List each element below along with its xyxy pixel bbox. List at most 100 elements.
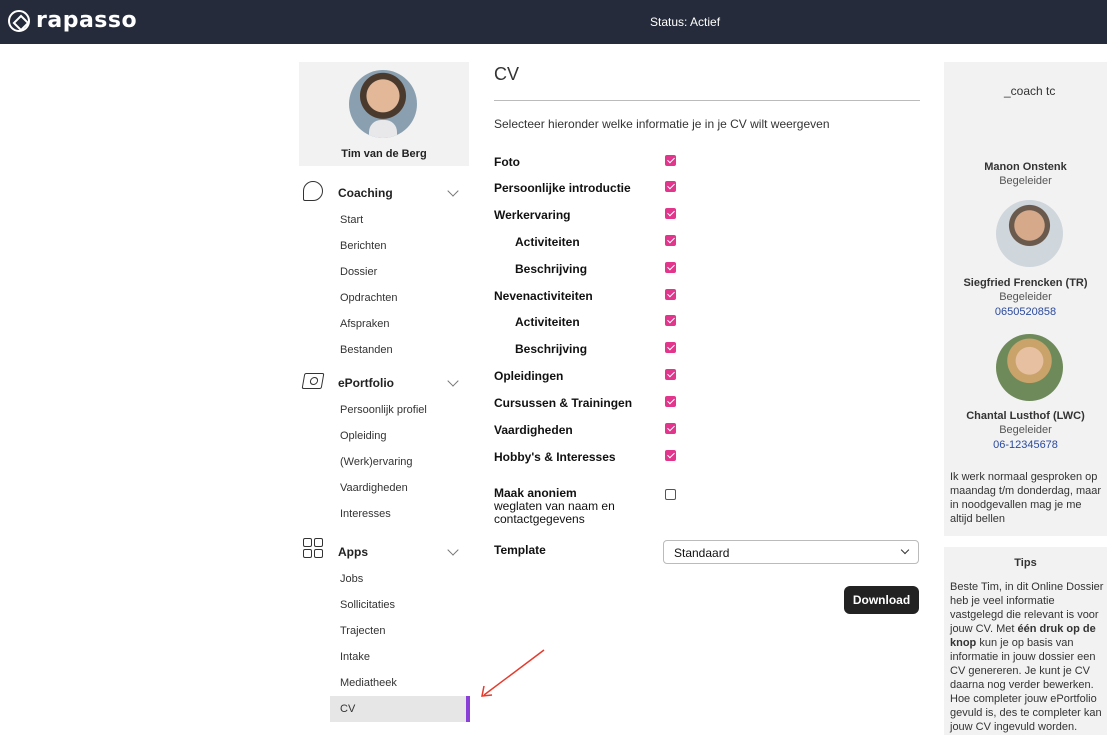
- option-row: Werkervaring: [494, 205, 920, 225]
- option-checkbox[interactable]: [665, 155, 676, 166]
- coach-avatar: [996, 334, 1063, 401]
- option-row: Cursussen & Trainingen: [494, 393, 920, 413]
- option-label: Opleidingen: [494, 369, 564, 383]
- coach-logo: _coach tc: [1004, 84, 1056, 98]
- option-label: Beschrijving: [515, 262, 588, 276]
- profile-name: Tim van de Berg: [341, 148, 427, 160]
- sidebar-item-label: CV: [340, 703, 356, 715]
- anonymous-sublabel: weglaten van naam en contactgegevens: [494, 499, 615, 526]
- sidebar-item-intake[interactable]: Intake: [299, 644, 469, 670]
- chat-bubbles-icon: [303, 181, 323, 201]
- chevron-down-icon: [447, 375, 459, 387]
- template-label: Template: [494, 543, 546, 557]
- option-row: Vaardigheden: [494, 420, 920, 440]
- option-checkbox[interactable]: [665, 342, 676, 353]
- option-checkbox[interactable]: [665, 369, 676, 380]
- sidebar-item-interesses[interactable]: Interesses: [299, 501, 469, 527]
- profile-card: Tim van de Berg: [299, 62, 469, 166]
- template-select[interactable]: Standaard: [663, 540, 919, 564]
- coach-name: Manon Onstenk: [984, 161, 1067, 173]
- coach-card: Chantal Lusthof (LWC) Begeleider 06-1234…: [944, 409, 1107, 453]
- sidebar-item-bestanden[interactable]: Bestanden: [299, 337, 469, 363]
- sidebar-section-title: ePortfolio: [338, 376, 394, 390]
- option-row: Hobby's & Interesses: [494, 447, 920, 467]
- chevron-down-icon: [447, 185, 459, 197]
- sidebar-item-start[interactable]: Start: [299, 207, 469, 233]
- sidebar-section-header-eportfolio[interactable]: ePortfolio: [299, 369, 469, 397]
- coach-panel: _coach tc Manon Onstenk Begeleider Siegf…: [944, 62, 1107, 536]
- sidebar-section-coaching: Coaching Start Berichten Dossier Opdrach…: [299, 179, 469, 363]
- tips-panel: Tips Beste Tim, in dit Online Dossier he…: [944, 547, 1107, 735]
- download-button[interactable]: Download: [844, 586, 919, 614]
- sidebar-item-berichten[interactable]: Berichten: [299, 233, 469, 259]
- sidebar: Tim van de Berg Coaching Start Berichten…: [299, 62, 470, 735]
- option-row: Activiteiten: [494, 312, 920, 332]
- option-row: Persoonlijke introductie: [494, 178, 920, 198]
- coach-role: Begeleider: [999, 175, 1052, 187]
- sidebar-section-title: Coaching: [338, 186, 393, 200]
- sidebar-item-afspraken[interactable]: Afspraken: [299, 311, 469, 337]
- coach-name: Chantal Lusthof (LWC): [966, 410, 1085, 422]
- option-checkbox[interactable]: [665, 289, 676, 300]
- coach-phone-link[interactable]: 0650520858: [944, 304, 1107, 320]
- anonymous-label: Maak anoniem weglaten van naam en contac…: [494, 487, 624, 526]
- anonymous-title: Maak anoniem: [494, 486, 577, 500]
- avatar[interactable]: [349, 70, 417, 138]
- status-text: Status: Actief: [650, 15, 721, 29]
- option-label: Activiteiten: [515, 235, 580, 249]
- option-row: Beschrijving: [494, 259, 920, 279]
- sidebar-item-opdrachten[interactable]: Opdrachten: [299, 285, 469, 311]
- anonymous-checkbox[interactable]: [665, 489, 676, 500]
- sidebar-item-persoonlijk-profiel[interactable]: Persoonlijk profiel: [299, 397, 469, 423]
- anonymous-row: Maak anoniem weglaten van naam en contac…: [494, 487, 920, 531]
- option-row: Foto: [494, 152, 920, 172]
- sidebar-section-header-coaching[interactable]: Coaching: [299, 179, 469, 207]
- sidebar-item-opleiding[interactable]: Opleiding: [299, 423, 469, 449]
- option-label: Nevenactiviteiten: [494, 289, 593, 303]
- sidebar-section-apps: Apps Jobs Sollicitaties Trajecten Intake…: [299, 538, 470, 722]
- option-checkbox[interactable]: [665, 423, 676, 434]
- active-indicator: [466, 696, 470, 722]
- sidebar-item-mediatheek[interactable]: Mediatheek: [299, 670, 469, 696]
- option-row: Nevenactiviteiten: [494, 286, 920, 306]
- option-checkbox[interactable]: [665, 450, 676, 461]
- sidebar-item-dossier[interactable]: Dossier: [299, 259, 469, 285]
- sidebar-section-header-apps[interactable]: Apps: [299, 538, 469, 566]
- coach-availability-note: Ik werk normaal gesproken op maandag t/m…: [950, 471, 1102, 525]
- tips-text: Beste Tim, in dit Online Dossier heb je …: [950, 580, 1105, 734]
- apps-grid-icon: [303, 538, 323, 558]
- option-checkbox[interactable]: [665, 396, 676, 407]
- sidebar-item-trajecten[interactable]: Trajecten: [299, 618, 469, 644]
- coach-card: Manon Onstenk Begeleider: [944, 160, 1107, 188]
- sidebar-item-cv[interactable]: CV: [330, 696, 470, 722]
- option-checkbox[interactable]: [665, 208, 676, 219]
- annotation-arrow-icon: [481, 649, 545, 697]
- chevron-down-icon: [900, 545, 910, 555]
- chevron-down-icon: [447, 544, 459, 556]
- top-bar: rapasso Status: Actief: [0, 0, 1107, 44]
- option-label: Persoonlijke introductie: [494, 181, 631, 195]
- sidebar-item-vaardigheden[interactable]: Vaardigheden: [299, 475, 469, 501]
- portfolio-icon: [301, 373, 325, 389]
- option-label: Hobby's & Interesses: [494, 450, 616, 464]
- tips-text-after: kun je op basis van informatie in jouw d…: [950, 637, 1102, 733]
- option-label: Vaardigheden: [494, 423, 573, 437]
- option-checkbox[interactable]: [665, 181, 676, 192]
- option-checkbox[interactable]: [665, 262, 676, 273]
- sidebar-section-title: Apps: [338, 545, 368, 559]
- sidebar-item-werkervaring[interactable]: (Werk)ervaring: [299, 449, 469, 475]
- option-label: Foto: [494, 155, 520, 169]
- template-selected-value: Standaard: [674, 546, 730, 560]
- coach-avatar: [996, 200, 1063, 267]
- sidebar-item-sollicitaties[interactable]: Sollicitaties: [299, 592, 469, 618]
- brand-logo[interactable]: rapasso: [8, 8, 137, 33]
- coach-phone-link[interactable]: 06-12345678: [944, 437, 1107, 453]
- option-label: Beschrijving: [515, 342, 588, 356]
- option-label: Activiteiten: [515, 315, 580, 329]
- option-checkbox[interactable]: [665, 235, 676, 246]
- sidebar-item-jobs[interactable]: Jobs: [299, 566, 469, 592]
- option-label: Cursussen & Trainingen: [494, 396, 633, 410]
- rapasso-logo-icon: [8, 9, 30, 32]
- option-checkbox[interactable]: [665, 315, 676, 326]
- coach-name: Siegfried Frencken (TR): [963, 277, 1088, 289]
